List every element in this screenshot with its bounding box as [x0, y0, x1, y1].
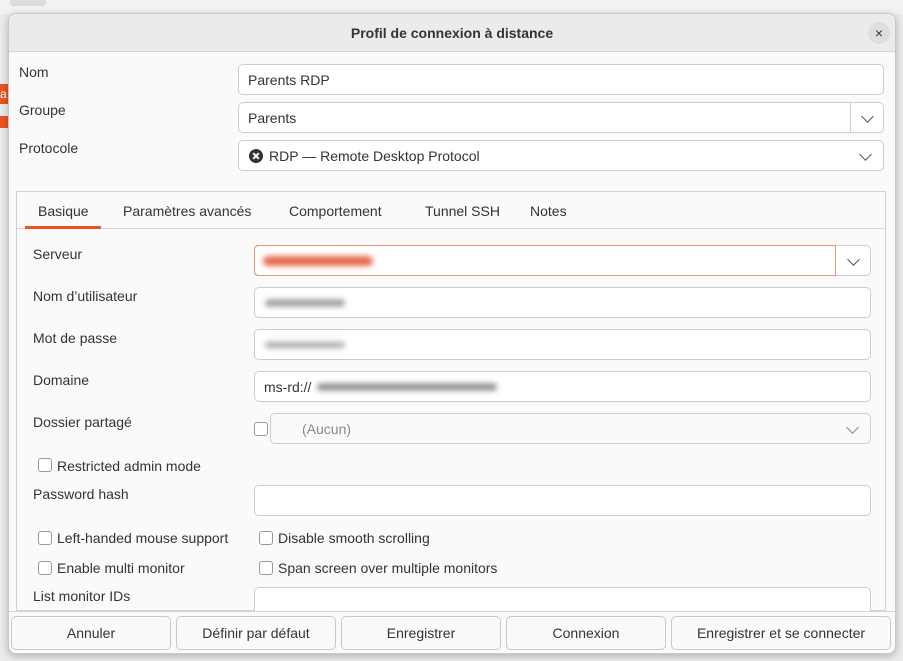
protocol-label: Protocole	[19, 140, 79, 156]
monitor-ids-input[interactable]	[254, 587, 871, 611]
name-input[interactable]: Parents RDP	[238, 64, 884, 95]
set-default-button[interactable]: Définir par défaut	[176, 616, 336, 650]
group-combo[interactable]: Parents	[238, 102, 884, 133]
left-handed-checkbox[interactable]	[38, 531, 52, 545]
chevron-down-icon[interactable]	[846, 421, 859, 434]
chevron-down-icon[interactable]	[859, 148, 872, 161]
multi-monitor-label: Enable multi monitor	[57, 560, 185, 576]
tab-notes[interactable]: Notes	[530, 203, 567, 219]
monitor-ids-label: List monitor IDs	[33, 588, 131, 604]
background-window-strip	[0, 0, 903, 14]
active-tab-indicator	[25, 226, 101, 229]
save-button[interactable]: Enregistrer	[341, 616, 501, 650]
server-input[interactable]	[254, 245, 836, 276]
disable-smooth-scroll-checkbox[interactable]	[259, 531, 273, 545]
name-label: Nom	[19, 64, 49, 80]
password-hash-input[interactable]	[254, 485, 871, 516]
restricted-admin-checkbox[interactable]	[38, 458, 52, 472]
group-value: Parents	[248, 110, 297, 126]
multi-monitor-checkbox[interactable]	[38, 561, 52, 575]
server-combo[interactable]	[254, 245, 871, 276]
domain-prefix: ms-rd://	[264, 379, 312, 395]
password-hash-label: Password hash	[33, 486, 129, 502]
username-input[interactable]	[254, 287, 871, 318]
redacted-password-text	[265, 341, 345, 348]
background-orange-fragment-2	[0, 116, 8, 128]
cancel-button[interactable]: Annuler	[11, 616, 171, 650]
redacted-domain-text	[317, 383, 497, 390]
tab-ssh-tunnel[interactable]: Tunnel SSH	[425, 203, 500, 219]
password-label: Mot de passe	[33, 330, 118, 346]
disable-smooth-scroll-label: Disable smooth scrolling	[278, 530, 430, 546]
connection-profile-dialog: Profil de connexion à distance × Nom Par…	[8, 13, 896, 654]
title-bar: Profil de connexion à distance ×	[9, 14, 895, 52]
protocol-dropdown[interactable]: RDP — Remote Desktop Protocol	[238, 140, 884, 171]
left-handed-label: Left-handed mouse support	[57, 530, 229, 546]
close-icon[interactable]: ×	[868, 22, 890, 44]
rdp-icon	[249, 149, 263, 163]
protocol-value: RDP — Remote Desktop Protocol	[269, 148, 480, 164]
tab-behavior[interactable]: Comportement	[289, 203, 382, 219]
username-label: Nom d’utilisateur	[33, 288, 138, 304]
restricted-admin-label: Restricted admin mode	[57, 458, 201, 474]
group-label: Groupe	[19, 102, 66, 118]
connect-button[interactable]: Connexion	[506, 616, 666, 650]
name-value: Parents RDP	[248, 72, 330, 88]
tab-advanced[interactable]: Paramètres avancés	[123, 203, 251, 219]
tab-basic[interactable]: Basique	[38, 203, 89, 219]
chevron-down-icon[interactable]	[847, 253, 860, 266]
server-label: Serveur	[33, 246, 83, 262]
dialog-title: Profil de connexion à distance	[350, 25, 554, 41]
password-input[interactable]	[254, 329, 871, 360]
shared-folder-value: (Aucun)	[302, 421, 352, 437]
span-screen-checkbox[interactable]	[259, 561, 273, 575]
span-screen-label: Span screen over multiple monitors	[278, 560, 498, 576]
redacted-server-text	[263, 255, 373, 266]
background-orange-fragment: a	[0, 84, 8, 104]
chevron-down-icon[interactable]	[861, 110, 874, 123]
shared-folder-label: Dossier partagé	[33, 414, 132, 430]
save-and-connect-button[interactable]: Enregistrer et se connecter	[671, 616, 891, 650]
shared-folder-dropdown[interactable]: (Aucun)	[270, 413, 871, 444]
domain-label: Domaine	[33, 372, 90, 388]
redacted-username-text	[265, 299, 345, 306]
shared-folder-checkbox[interactable]	[254, 422, 268, 436]
domain-input[interactable]: ms-rd://	[254, 371, 871, 402]
